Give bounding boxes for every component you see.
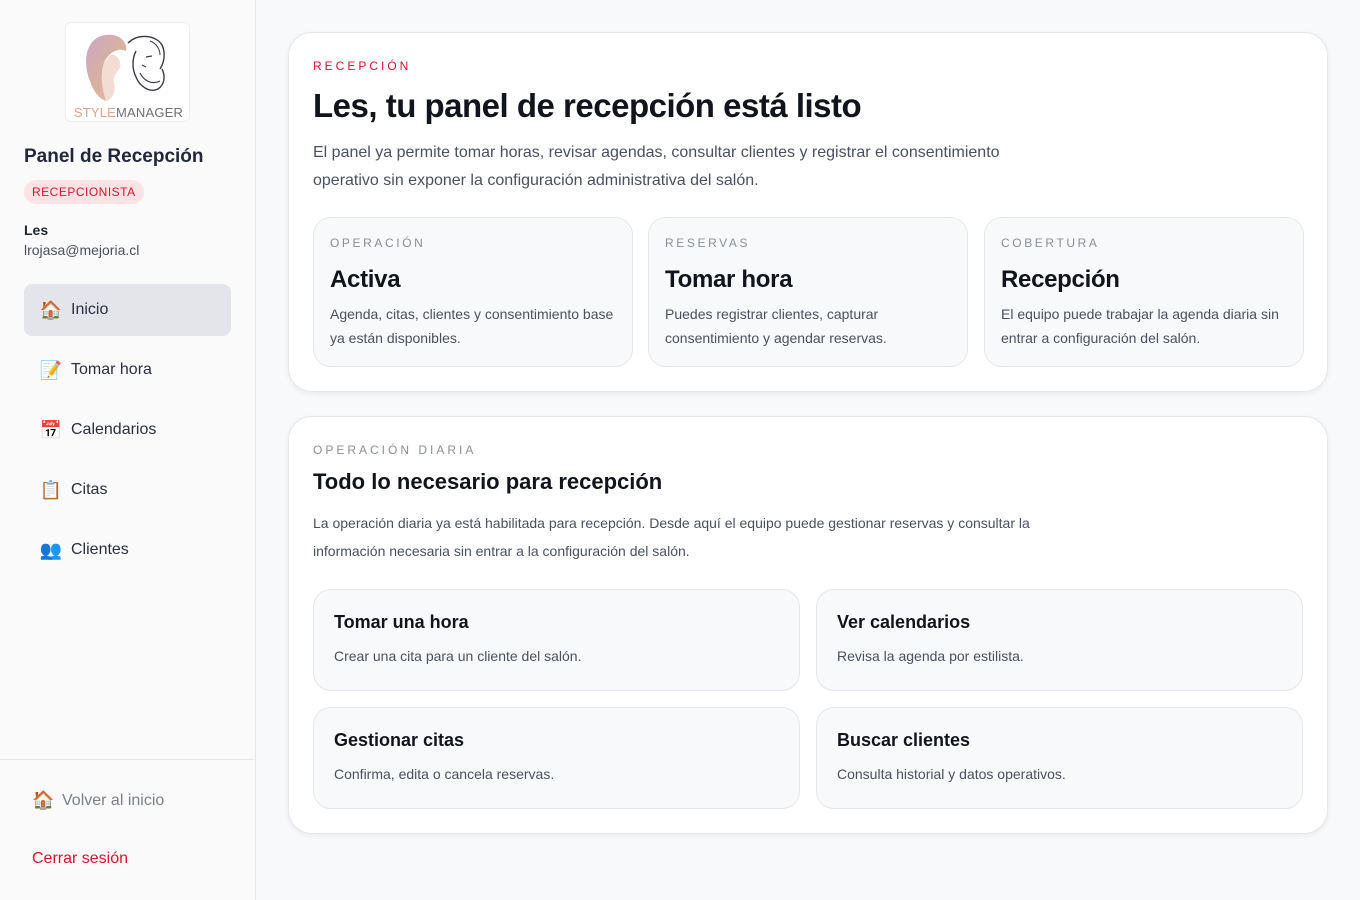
stat-description: Puedes registrar clientes, capturar cons… [665,306,887,346]
role-badge: RECEPCIONISTA [24,180,144,204]
stat-description: El equipo puede trabajar la agenda diari… [1001,306,1279,346]
action-description: Revisa la agenda por estilista. [837,648,1024,664]
nav-item-label: Clientes [71,541,129,558]
user-name: Les [24,222,49,238]
daily-operation-card: OPERACIÓN DIARIA Todo lo necesario para … [288,416,1328,834]
reception-hero-card: RECEPCIÓN Les, tu panel de recepción est… [288,32,1328,392]
nav-item-clientes[interactable]: 👥 Clientes [24,524,231,576]
nav-item-calendarios[interactable]: 📅 Calendarios [24,404,231,456]
action-title: Buscar clientes [837,730,971,750]
stat-description: Agenda, citas, clientes y consentimiento… [330,306,614,346]
daily-description: La operación diaria ya está habilitada p… [313,515,1030,559]
page-title: Les, tu panel de recepción está listo [313,87,862,124]
daily-eyebrow: OPERACIÓN DIARIA [313,443,477,457]
people-icon: 👥 [39,539,63,560]
style-manager-logo: STYLEMANAGER [65,22,190,122]
nav-item-label: Inicio [71,301,109,318]
action-description: Crear una cita para un cliente del salón… [334,648,582,664]
action-title: Gestionar citas [334,730,465,750]
stat-value: Activa [330,266,401,293]
action-card-gestionar-citas[interactable]: Gestionar citas Confirma, edita o cancel… [313,707,800,809]
stat-label: OPERACIÓN [330,236,426,250]
action-description: Consulta historial y datos operativos. [837,766,1066,782]
hero-eyebrow: RECEPCIÓN [313,59,412,73]
nav-item-inicio[interactable]: 🏠 Inicio [24,284,231,336]
stat-card-operacion: OPERACIÓN Activa Agenda, citas, clientes… [313,217,633,367]
stat-card-cobertura: COBERTURA Recepción El equipo puede trab… [984,217,1304,367]
panel-title: Panel de Recepción [24,146,204,167]
stat-label: RESERVAS [665,236,751,250]
action-description: Confirma, edita o cancela reservas. [334,766,555,782]
action-title: Tomar una hora [334,612,469,632]
nav-item-tomar-hora[interactable]: 📝 Tomar hora [24,344,231,396]
memo-icon: 📝 [39,359,63,380]
back-home-label: Volver al inicio [62,791,165,809]
nav-item-citas[interactable]: 📋 Citas [24,464,231,516]
user-email: lrojasa@mejoria.cl [24,242,140,258]
logout-button[interactable]: Cerrar sesión [32,850,128,868]
nav-item-label: Calendarios [71,421,157,438]
house-icon: 🏠 [32,790,55,810]
sidebar-divider [0,759,255,760]
action-card-buscar-clientes[interactable]: Buscar clientes Consulta historial y dat… [816,707,1303,809]
action-card-ver-calendarios[interactable]: Ver calendarios Revisa la agenda por est… [816,589,1303,691]
back-home-link[interactable]: 🏠 Volver al inicio [32,790,164,811]
stat-label: COBERTURA [1001,236,1100,250]
stat-value: Tomar hora [665,266,793,293]
daily-title: Todo lo necesario para recepción [313,469,663,494]
stat-value: Recepción [1001,266,1120,293]
house-icon: 🏠 [39,299,63,320]
nav-item-label: Tomar hora [71,361,152,378]
clipboard-icon: 📋 [39,479,63,500]
logo-illustration [86,34,165,101]
logo-wordmark: STYLEMANAGER [73,105,184,120]
sidebar: STYLEMANAGER Panel de Recepción RECEPCIO… [0,0,256,900]
nav-item-label: Citas [71,481,108,498]
calendar-icon: 📅 [39,419,63,440]
action-title: Ver calendarios [837,612,971,632]
action-card-tomar-hora[interactable]: Tomar una hora Crear una cita para un cl… [313,589,800,691]
hero-description: El panel ya permite tomar horas, revisar… [313,144,1000,189]
stat-card-reservas: RESERVAS Tomar hora Puedes registrar cli… [648,217,968,367]
